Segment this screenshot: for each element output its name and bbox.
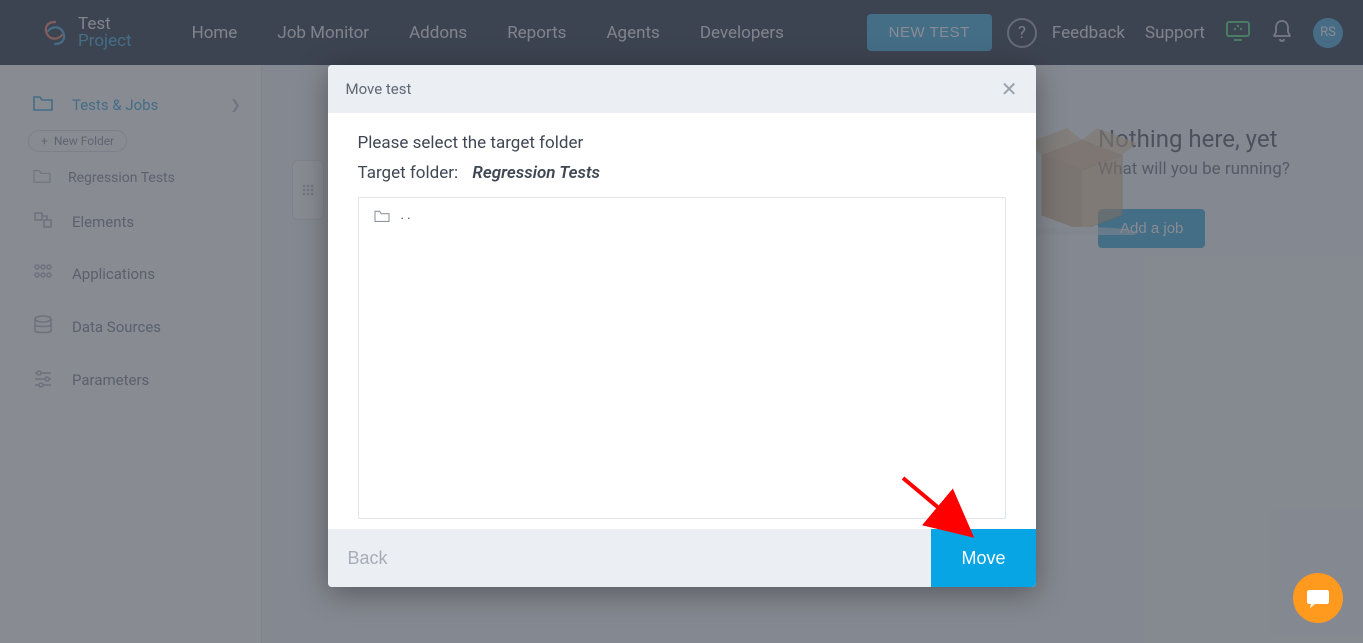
folder-tree: . . — [358, 197, 1006, 519]
target-folder-value: Regression Tests — [472, 163, 600, 183]
modal-instruction: Please select the target folder — [358, 133, 1006, 153]
close-icon[interactable]: ✕ — [1001, 77, 1018, 101]
modal-target-line: Target folder: Regression Tests — [358, 163, 1006, 183]
chat-bubble[interactable] — [1293, 573, 1343, 623]
target-folder-label: Target folder: — [358, 163, 459, 183]
modal-header: Move test ✕ — [328, 65, 1036, 113]
back-button[interactable]: Back — [328, 529, 408, 587]
move-test-modal: Move test ✕ Please select the target fol… — [328, 65, 1036, 587]
modal-overlay: Move test ✕ Please select the target fol… — [0, 0, 1363, 643]
parent-folder-label: . . — [401, 208, 411, 223]
folder-icon — [373, 209, 391, 223]
parent-folder-row[interactable]: . . — [373, 208, 991, 223]
move-button[interactable]: Move — [931, 529, 1035, 587]
modal-footer: Back Move — [328, 529, 1036, 587]
chat-icon — [1305, 586, 1331, 610]
modal-body: Please select the target folder Target f… — [328, 113, 1036, 529]
modal-title: Move test — [346, 80, 412, 98]
